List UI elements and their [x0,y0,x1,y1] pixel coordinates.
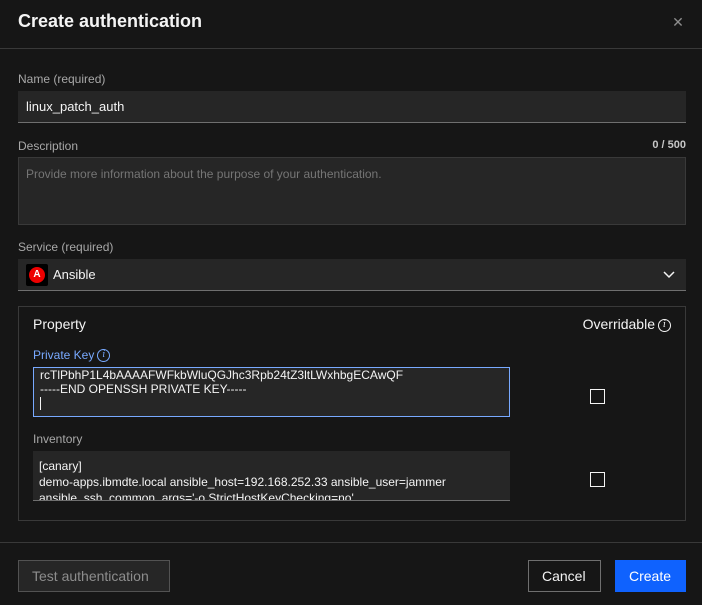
info-icon[interactable]: i [97,349,111,363]
private-key-label: Private Key i [33,348,111,363]
private-key-line: rcTlPbhP1L4bAAAAFWFkbWluQGJhc3Rpb24tZ3lt… [40,368,404,382]
chevron-down-icon [663,271,675,279]
private-key-line: -----END OPENSSH PRIVATE KEY----- [40,382,247,396]
inventory-line: [canary] [39,459,82,473]
test-authentication-button[interactable]: Test authentication [18,560,170,592]
private-key-overridable-checkbox[interactable] [590,389,605,404]
service-label: Service (required) [18,240,114,254]
description-textarea[interactable] [18,157,686,225]
property-header: Property [33,316,86,332]
inventory-overridable-checkbox[interactable] [590,472,605,487]
text-cursor [40,396,503,411]
modal-title: Create authentication [18,11,203,31]
service-select[interactable]: A Ansible [18,259,686,291]
description-counter: 0 / 500 [652,139,686,151]
close-icon[interactable]: ✕ [668,12,688,32]
property-panel: Property Overridable i Private Key i rcTlP… [18,306,686,521]
overridable-header: Overridable i [583,316,671,332]
footer-divider [0,542,702,543]
name-input[interactable]: linux_patch_auth [18,91,686,123]
private-key-label-text: Private Key [33,348,95,362]
description-label: Description [18,139,79,153]
service-selected-value: Ansible [53,267,96,282]
header-divider [0,48,702,49]
cancel-button[interactable]: Cancel [528,560,601,592]
create-button[interactable]: Create [615,560,686,592]
inventory-line: ansible_ssh_common_args='-o StrictHostKe… [39,491,354,501]
inventory-textarea[interactable]: [canary] demo-apps.ibmdte.local ansible_… [33,451,510,501]
modal-header: Create authentication ✕ [0,0,702,48]
inventory-label: Inventory [33,432,83,446]
inventory-line: demo-apps.ibmdte.local ansible_host=192.… [39,475,446,489]
overridable-header-label: Overridable [582,316,655,332]
name-label: Name (required) [18,72,106,86]
ansible-logo-icon: A [26,264,48,286]
info-icon[interactable]: i [658,318,671,332]
private-key-textarea[interactable]: rcTlPbhP1L4bAAAAFWFkbWluQGJhc3Rpb24tZ3lt… [33,367,510,417]
